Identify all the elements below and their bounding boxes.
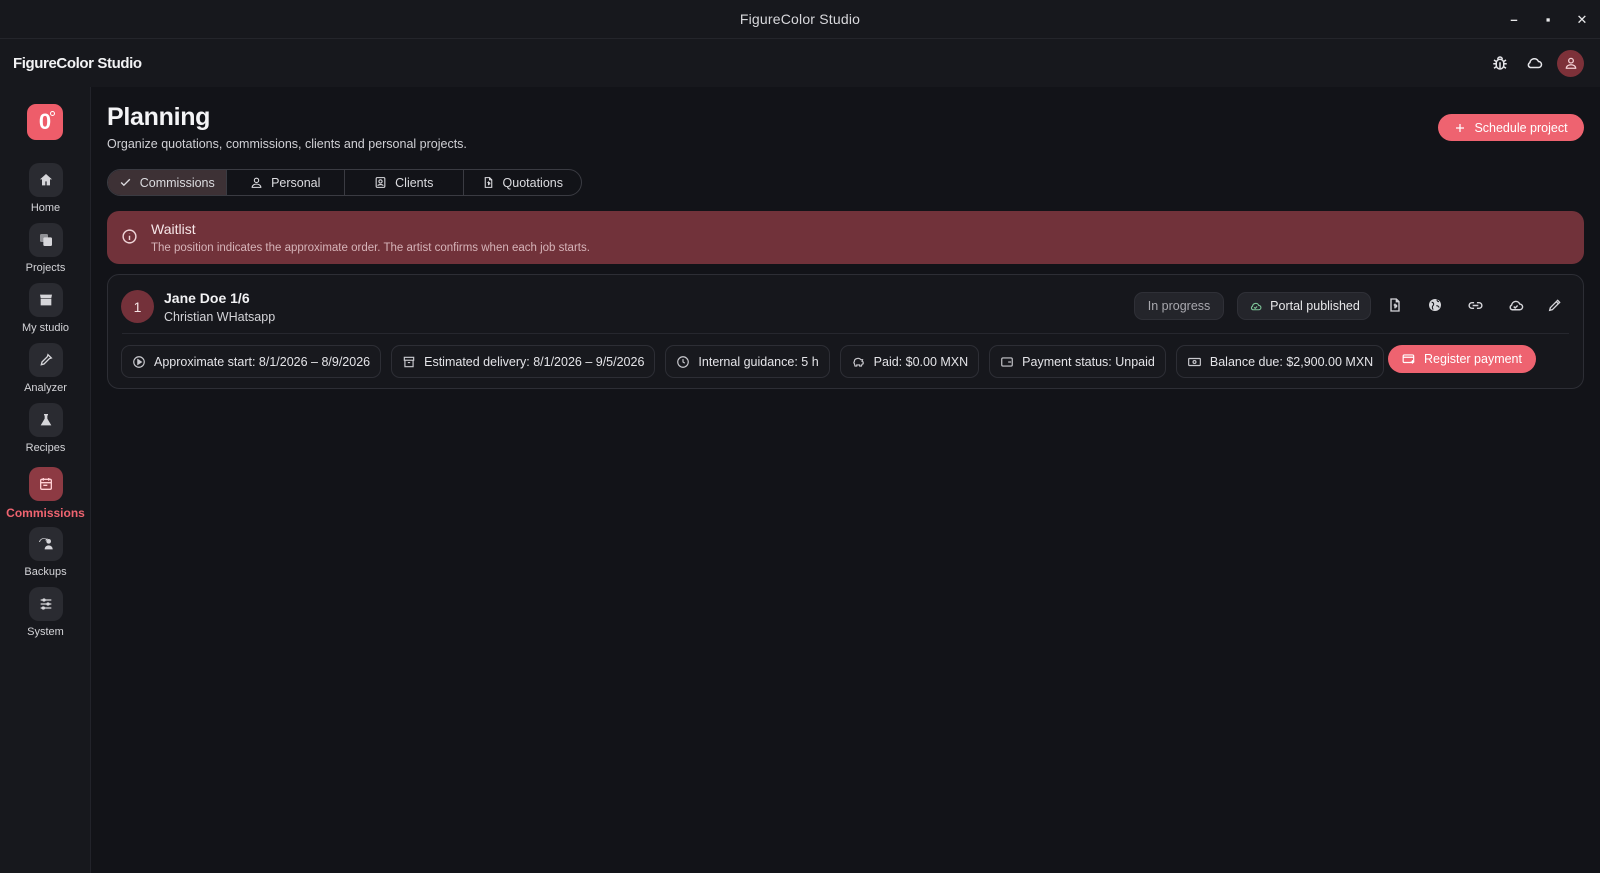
clock-icon — [677, 355, 690, 368]
app-name: FigureColor Studio — [13, 54, 142, 72]
projects-icon — [28, 223, 63, 257]
backup-icon — [28, 527, 63, 561]
piggy-bank-icon — [853, 357, 864, 367]
user-avatar[interactable] — [1557, 49, 1584, 77]
tab-commissions[interactable]: Commissions — [108, 170, 227, 195]
store-icon — [28, 283, 63, 317]
plus-icon — [1456, 123, 1465, 132]
window-titlebar: FigureColor Studio – ▪ ✕ — [0, 0, 1600, 39]
portal-status-label: Portal published — [1270, 299, 1360, 313]
sidebar-item-label: Commissions — [6, 506, 85, 520]
payment-status-text: Payment status: Unpaid — [1022, 354, 1155, 369]
schedule-project-button[interactable]: Schedule project — [1438, 114, 1584, 141]
app-header: FigureColor Studio — [0, 39, 1600, 87]
tab-label: Commissions — [139, 175, 215, 190]
home-icon — [28, 163, 63, 197]
sidebar-item-label: Home — [30, 202, 61, 214]
wallet-icon — [1001, 356, 1013, 367]
sidebar-item-label: Projects — [25, 262, 66, 274]
logo-dot — [50, 111, 55, 116]
tab-label: Quotations — [502, 175, 563, 190]
page-title: Planning — [107, 103, 211, 131]
card-actions — [1383, 293, 1567, 317]
sidebar-item-commissions[interactable]: Commissions — [0, 467, 91, 520]
register-payment-button[interactable]: Register payment — [1388, 345, 1536, 373]
sidebar-item-projects[interactable]: Projects — [0, 223, 91, 274]
bug-icon[interactable] — [1489, 52, 1511, 74]
commission-card[interactable]: 1 Jane Doe 1/6 Christian WHatsapp In pro… — [107, 274, 1584, 389]
sidebar-item-label: My studio — [21, 322, 70, 334]
eyedropper-icon — [28, 343, 63, 377]
tab-clients[interactable]: Clients — [345, 170, 464, 195]
sidebar-item-home[interactable]: Home — [0, 163, 91, 214]
sidebar-item-backups[interactable]: Backups — [0, 527, 91, 578]
header-actions — [1489, 39, 1584, 87]
check-icon — [120, 178, 131, 187]
window-title: FigureColor Studio — [739, 11, 861, 27]
cash-icon — [1187, 357, 1201, 366]
link-icon[interactable] — [1463, 293, 1487, 317]
sliders-icon — [28, 587, 63, 621]
register-payment-label: Register payment — [1424, 352, 1522, 366]
invoice-icon[interactable] — [1383, 293, 1407, 317]
tab-label: Personal — [271, 175, 321, 190]
cloud-sync-icon[interactable] — [1503, 293, 1527, 317]
contacts-icon — [375, 177, 386, 188]
flask-icon — [28, 403, 63, 437]
sidebar-item-analyzer[interactable]: Analyzer — [0, 343, 91, 394]
maximize-button[interactable]: ▪ — [1538, 10, 1558, 30]
calendar-icon — [28, 467, 63, 501]
sidebar-item-system[interactable]: System — [0, 587, 91, 638]
sidebar-item-label: Recipes — [25, 442, 66, 454]
commission-meta-row: Approximate start: 8/1/2026 – 8/9/2026 E… — [121, 345, 1385, 378]
internal-guidance-text: Internal guidance: 5 h — [698, 354, 819, 369]
queue-position-badge: 1 — [121, 290, 154, 323]
approximate-start-text: Approximate start: 8/1/2026 – 8/9/2026 — [154, 354, 371, 369]
paid-text: Paid: $0.00 MXN — [873, 354, 969, 369]
sidebar-item-my-studio[interactable]: My studio — [0, 283, 91, 334]
card-plus-icon — [1402, 354, 1415, 364]
tab-label: Clients — [395, 175, 434, 190]
waitlist-banner: Waitlist The position indicates the appr… — [107, 211, 1584, 264]
portal-status-badge: Portal published — [1237, 292, 1371, 320]
close-button[interactable]: ✕ — [1572, 10, 1592, 30]
balance-due-text: Balance due: $2,900.00 MXN — [1209, 354, 1374, 369]
internal-guidance-chip: Internal guidance: 5 h — [665, 345, 830, 378]
archive-icon — [403, 356, 415, 367]
estimated-delivery-text: Estimated delivery: 8/1/2026 – 9/5/2026 — [424, 354, 645, 369]
banner-title: Waitlist — [151, 221, 196, 237]
info-icon — [121, 228, 138, 248]
sidebar-item-label: Backups — [24, 566, 67, 578]
app-logo: 0 — [27, 104, 63, 140]
play-circle-icon — [133, 355, 145, 368]
document-icon — [484, 177, 492, 188]
estimated-delivery-chip: Estimated delivery: 8/1/2026 – 9/5/2026 — [391, 345, 656, 378]
window-controls: – ▪ ✕ — [1504, 0, 1592, 39]
cloud-check-icon — [1251, 302, 1262, 310]
schedule-project-label: Schedule project — [1474, 120, 1568, 135]
sidebar: 0 Home Projects My studio Analyzer Recip… — [0, 87, 91, 873]
cloud-icon[interactable] — [1523, 52, 1545, 74]
card-divider — [122, 333, 1569, 334]
balance-due-chip: Balance due: $2,900.00 MXN — [1175, 345, 1385, 378]
payment-status-chip: Payment status: Unpaid — [989, 345, 1166, 378]
user-icon — [1565, 57, 1576, 69]
tab-quotations[interactable]: Quotations — [464, 170, 582, 195]
sidebar-item-label: System — [27, 626, 64, 638]
edit-icon[interactable] — [1543, 293, 1567, 317]
planning-tabs: Commissions Personal Clients Quotations — [107, 169, 582, 196]
client-name: Jane Doe 1/6 — [164, 290, 250, 306]
approximate-start-chip: Approximate start: 8/1/2026 – 8/9/2026 — [121, 345, 382, 378]
person-icon — [251, 177, 262, 188]
globe-icon[interactable] — [1423, 293, 1447, 317]
status-badge: In progress — [1134, 292, 1224, 320]
page-subtitle: Organize quotations, commissions, client… — [107, 137, 467, 151]
paid-chip: Paid: $0.00 MXN — [839, 345, 980, 378]
tab-personal[interactable]: Personal — [227, 170, 345, 195]
client-contact: Christian WHatsapp — [164, 310, 276, 324]
minimize-button[interactable]: – — [1504, 10, 1524, 30]
banner-text: The position indicates the approximate o… — [151, 242, 590, 254]
sidebar-item-recipes[interactable]: Recipes — [0, 403, 91, 454]
sidebar-item-label: Analyzer — [24, 382, 67, 394]
